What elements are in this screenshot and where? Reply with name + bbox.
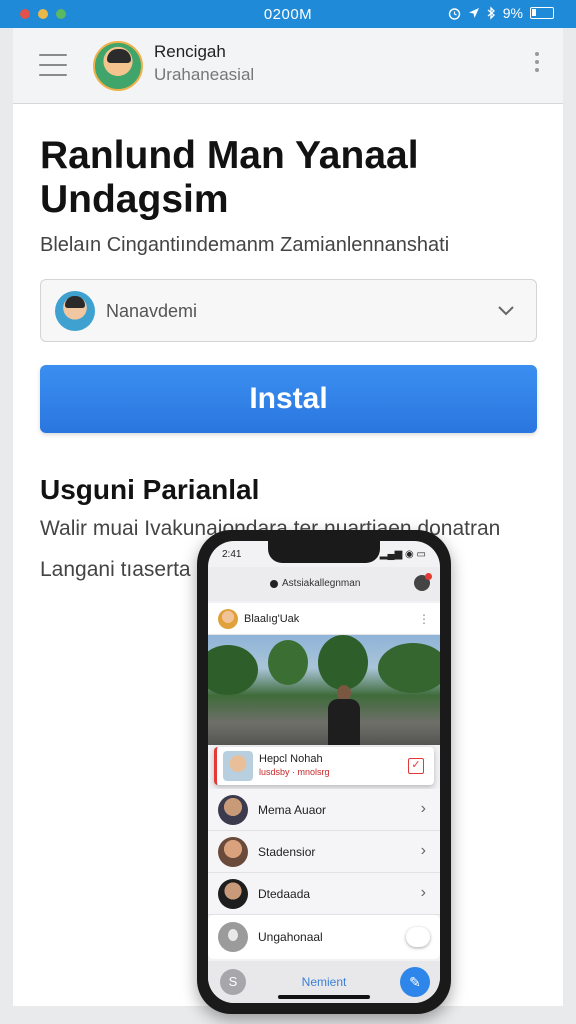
- chevron-right-icon: ›: [420, 842, 426, 859]
- list-item-name: Stadensior: [258, 845, 316, 859]
- chevron-down-icon: [498, 306, 514, 316]
- location-icon: [468, 8, 479, 18]
- camera-icon: [270, 580, 278, 588]
- toggle-switch[interactable]: [406, 927, 430, 947]
- page-subtitle: Blelaın Cingantiındemanm Zamianlennansha…: [40, 234, 450, 256]
- notification-card[interactable]: Hepcl Nohah lusdsby · mnolsrg ✓: [214, 747, 434, 785]
- toggle-row: Ungahonaal: [208, 915, 440, 959]
- phone-profile-header: Blaalıg'Uak ⋮: [208, 603, 440, 635]
- user-placeholder-icon: [218, 922, 248, 952]
- contact-list: Mema Auaor › Stadensior › Dtedaada ›: [208, 789, 440, 915]
- status-icons: 9%: [448, 5, 554, 21]
- street-photo: [208, 635, 440, 745]
- avatar[interactable]: [93, 41, 143, 91]
- list-item-name: Mema Auaor: [258, 803, 327, 817]
- checkbox-icon[interactable]: ✓: [408, 758, 424, 774]
- list-avatar: [218, 795, 248, 825]
- edit-icon[interactable]: ✎: [400, 967, 430, 997]
- header-subtitle: Urahaneasial: [154, 65, 255, 84]
- battery-percent: 9%: [502, 5, 523, 21]
- card-name: Hepcl Nohah: [259, 753, 323, 765]
- phone-top-bar: Astsiakallegnman: [208, 567, 440, 601]
- phone-avatar[interactable]: [218, 609, 238, 629]
- section-text-2: Langani tıaserta: [40, 558, 191, 581]
- phone-screen: 2:41 ▂▄▆ ◉ ▭ Astsiakallegnman Blaalıg'Ua…: [208, 541, 440, 1003]
- notification-icon[interactable]: [414, 573, 432, 591]
- section-title: Usguni Parianlal: [40, 474, 260, 505]
- card-subtitle: lusdsby · mnolsrg: [259, 767, 330, 777]
- chevron-right-icon: ›: [420, 800, 426, 817]
- alarm-icon: [448, 7, 460, 20]
- list-item[interactable]: Stadensior ›: [208, 831, 440, 873]
- install-button[interactable]: Instal: [40, 365, 537, 433]
- list-avatar: [218, 837, 248, 867]
- app-header: Rencigah Urahaneasial: [13, 28, 563, 104]
- phone-more-icon[interactable]: ⋮: [418, 612, 430, 626]
- phone-profile-name: Blaalıg'Uak: [244, 613, 300, 625]
- phone-signal-icons: ▂▄▆ ◉ ▭: [379, 549, 426, 560]
- toggle-label: Ungahonaal: [258, 930, 323, 944]
- phone-top-label: Astsiakallegnman: [282, 578, 361, 589]
- page-title: Ranlund Man Yanaal Undagsim: [40, 134, 419, 221]
- list-item-name: Dtedaada: [258, 887, 311, 901]
- menu-icon[interactable]: [39, 54, 67, 76]
- list-avatar: [218, 879, 248, 909]
- phone-mockup: 2:41 ▂▄▆ ◉ ▭ Astsiakallegnman Blaalıg'Ua…: [197, 530, 451, 1014]
- account-select[interactable]: Nanavdemi: [40, 279, 537, 342]
- person-figure: [328, 685, 360, 745]
- home-indicator: [278, 995, 370, 999]
- list-item[interactable]: Dtedaada ›: [208, 873, 440, 915]
- account-avatar: [55, 291, 95, 331]
- account-select-value: Nanavdemi: [106, 301, 198, 321]
- more-options-icon[interactable]: [535, 52, 539, 72]
- header-name: Rencigah: [154, 42, 226, 61]
- status-bar: 0200M 9%: [0, 0, 576, 28]
- card-avatar: [223, 751, 253, 781]
- chevron-right-icon: ›: [420, 884, 426, 901]
- phone-time: 2:41: [222, 549, 242, 560]
- list-item[interactable]: Mema Auaor ›: [208, 789, 440, 831]
- bluetooth-icon: [487, 6, 495, 20]
- battery-icon: [530, 7, 554, 19]
- phone-notch: [268, 541, 380, 563]
